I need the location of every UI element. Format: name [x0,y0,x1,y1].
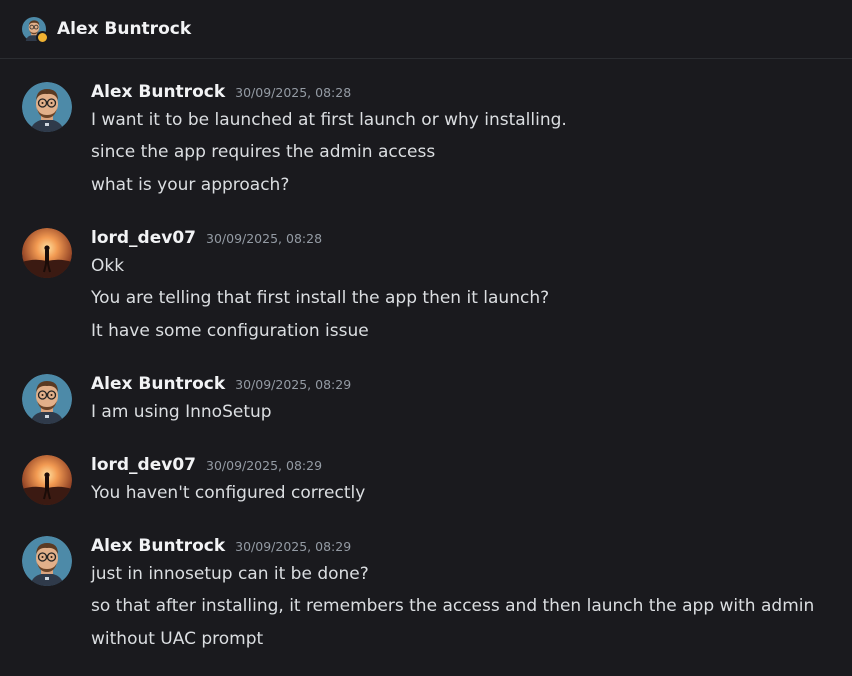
user-avatar[interactable] [22,374,72,424]
message-text: so that after installing, it remembers t… [91,596,815,616]
message-text: You haven't configured correctly [91,483,366,503]
user-avatar[interactable] [22,455,72,505]
sunset-wanderer-avatar-icon [22,228,72,278]
message-header: Alex Buntrock 30/09/2025, 08:28 [91,82,351,108]
message-timestamp[interactable]: 30/09/2025, 08:28 [206,231,322,246]
header-title[interactable]: Alex Buntrock [57,19,191,39]
message-timestamp[interactable]: 30/09/2025, 08:28 [235,85,351,100]
message-text: It have some configuration issue [91,321,369,341]
message-timestamp[interactable]: 30/09/2025, 08:29 [235,377,351,392]
message-text: You are telling that first install the a… [91,288,550,308]
message-header: lord_dev07 30/09/2025, 08:29 [91,455,322,481]
author-name[interactable]: Alex Buntrock [91,82,225,102]
message-text: I am using InnoSetup [91,402,272,422]
message-header: Alex Buntrock 30/09/2025, 08:29 [91,536,351,562]
message-header: Alex Buntrock 30/09/2025, 08:29 [91,374,351,400]
man-with-glasses-avatar-icon [22,536,72,586]
message-text: without UAC prompt [91,629,264,649]
sunset-wanderer-avatar-icon [22,455,72,505]
author-name[interactable]: lord_dev07 [91,455,196,475]
message-text: Okk [91,256,125,276]
message-timestamp[interactable]: 30/09/2025, 08:29 [235,539,351,554]
message-text: I want it to be launched at first launch… [91,110,567,130]
man-with-glasses-avatar-icon [22,374,72,424]
author-name[interactable]: lord_dev07 [91,228,196,248]
message-header: lord_dev07 30/09/2025, 08:28 [91,228,322,254]
user-avatar[interactable] [22,536,72,586]
user-avatar[interactable] [22,228,72,278]
message-text: since the app requires the admin access [91,142,436,162]
status-idle-icon [36,31,49,44]
message-text: just in innosetup can it be done? [91,564,369,584]
author-name[interactable]: Alex Buntrock [91,374,225,394]
author-name[interactable]: Alex Buntrock [91,536,225,556]
channel-header: Alex Buntrock [0,0,852,59]
header-avatar[interactable] [22,17,49,44]
man-with-glasses-avatar-icon [22,82,72,132]
message-timestamp[interactable]: 30/09/2025, 08:29 [206,458,322,473]
user-avatar[interactable] [22,82,72,132]
message-text: what is your approach? [91,175,290,195]
